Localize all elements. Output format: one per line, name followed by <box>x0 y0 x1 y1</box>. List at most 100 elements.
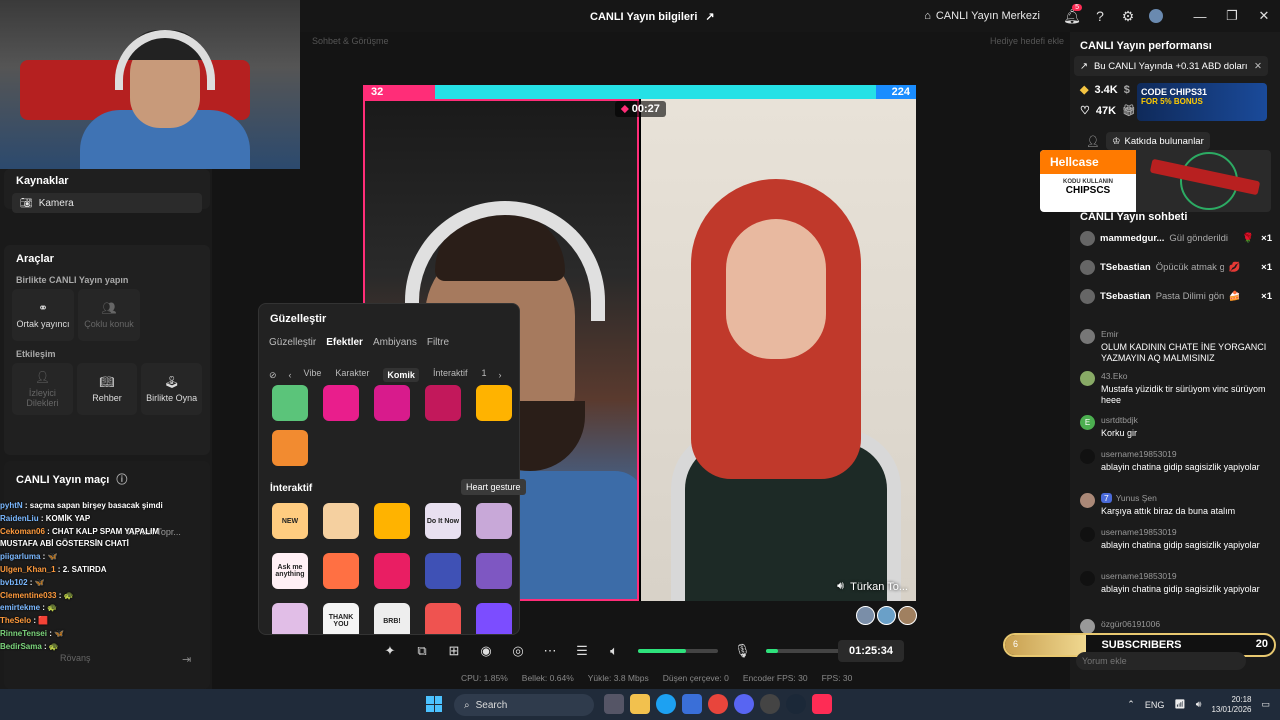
speaker-icon[interactable]: 🔈︎ <box>606 643 622 659</box>
effect-tile[interactable] <box>374 553 410 589</box>
file-explorer-icon[interactable] <box>630 694 650 714</box>
avatar[interactable] <box>1080 329 1095 344</box>
effect-tile[interactable] <box>374 503 410 539</box>
mic-slider[interactable] <box>766 649 846 653</box>
chevron-left-icon[interactable]: ‹ <box>289 370 292 380</box>
store-icon[interactable] <box>682 694 702 714</box>
effect-tile[interactable] <box>374 385 410 421</box>
no-effect-icon[interactable]: ⊘ <box>269 370 277 381</box>
notifications-icon[interactable]: ▭ <box>1261 699 1270 710</box>
contributors-button[interactable]: ♔ Katkıda bulunanlar <box>1106 132 1210 150</box>
effect-tile[interactable]: THANK YOU <box>323 603 359 634</box>
screen-share-icon[interactable]: ⧉ <box>414 643 430 659</box>
steam-icon[interactable] <box>786 694 806 714</box>
volume-icon[interactable]: 🔊︎ <box>1196 699 1202 710</box>
chevron-up-icon[interactable]: ⌃ <box>1127 699 1135 710</box>
tab-efektler[interactable]: Efektler <box>326 337 363 348</box>
avatar[interactable] <box>898 606 917 625</box>
settings-button[interactable]: ⚙ <box>1114 0 1142 32</box>
record-icon[interactable]: ◉ <box>478 643 494 659</box>
info-icon[interactable]: ⓘ <box>116 474 127 486</box>
effect-tile[interactable] <box>323 385 359 421</box>
viewer-requests-button[interactable]: 👤︎ İzleyici Dilekleri <box>12 363 73 415</box>
effects-icon[interactable]: ◎ <box>510 643 526 659</box>
layout-icon[interactable]: ⊞ <box>446 643 462 659</box>
chevron-right-icon[interactable]: › <box>498 370 501 380</box>
lang-indicator[interactable]: ENG <box>1145 700 1165 710</box>
effect-tile[interactable] <box>272 603 308 634</box>
effect-tile[interactable] <box>425 385 461 421</box>
effect-tile[interactable] <box>323 553 359 589</box>
more-icon[interactable]: ⋯ <box>542 643 558 659</box>
magic-wand-icon[interactable]: ✦ <box>382 643 398 659</box>
effect-tile[interactable] <box>425 553 461 589</box>
category-tab[interactable]: Karakter <box>335 368 369 382</box>
tab-ambiyans[interactable]: Ambiyans <box>373 337 417 348</box>
avatar[interactable] <box>877 606 896 625</box>
tab-güzelleştir[interactable]: Güzelleştir <box>269 337 316 348</box>
category-tab[interactable]: Komik <box>383 368 419 382</box>
mixer-icon[interactable]: ☰ <box>574 643 590 659</box>
category-tab[interactable]: Vibe <box>304 368 322 382</box>
category-tab[interactable]: 1 <box>481 368 486 382</box>
camera-source[interactable]: 📷︎ Kamera <box>12 193 202 213</box>
avatar[interactable] <box>1080 371 1095 386</box>
speaker-icon[interactable]: 🔊︎ <box>837 580 844 593</box>
notification-button[interactable]: 🔔︎ 5 <box>1058 0 1086 32</box>
comment-input[interactable] <box>1076 652 1246 670</box>
avatar[interactable] <box>1080 288 1095 304</box>
effect-tile[interactable]: BRB! <box>374 603 410 634</box>
guide-button[interactable]: 📖︎ Rehber <box>76 363 138 415</box>
close-button[interactable]: ✕ <box>1248 0 1280 32</box>
avatar[interactable] <box>1080 619 1095 634</box>
effect-tile[interactable]: Do It Now <box>425 503 461 539</box>
task-view-icon[interactable] <box>604 694 624 714</box>
discord-icon[interactable] <box>734 694 754 714</box>
effect-tile[interactable] <box>476 503 512 539</box>
gift-goal-label[interactable]: Hediye hedefi ekle <box>990 36 1064 46</box>
obs-icon[interactable] <box>760 694 780 714</box>
effect-tile[interactable] <box>323 503 359 539</box>
tab-filtre[interactable]: Filtre <box>427 337 449 348</box>
windows-start-icon[interactable] <box>426 696 442 712</box>
avatar[interactable] <box>1080 259 1095 275</box>
multi-guest-button[interactable]: 👥︎ Çoklu konuk <box>78 289 140 341</box>
add-user-icon[interactable]: 👤︎ <box>1086 135 1100 148</box>
microphone-icon[interactable]: 🎙︎ <box>734 643 751 659</box>
avatar[interactable] <box>1080 571 1095 586</box>
wifi-icon[interactable]: 📶︎ <box>1174 699 1185 710</box>
exit-icon[interactable]: ⇥ <box>182 653 191 666</box>
minimize-button[interactable]: — <box>1184 0 1216 32</box>
profile-button[interactable] <box>1142 0 1170 32</box>
earnings-banner[interactable]: ↗ Bu CANLI Yayında +0.31 ABD doları ✕ <box>1074 56 1268 76</box>
volume-slider[interactable] <box>638 649 718 653</box>
avatar[interactable] <box>1080 527 1095 542</box>
category-tab[interactable]: İnteraktif <box>433 368 468 382</box>
avatar[interactable] <box>1080 449 1095 464</box>
avatar[interactable] <box>1080 493 1095 508</box>
edge-icon[interactable] <box>656 694 676 714</box>
clock[interactable]: 20:18 13/01/2026 <box>1211 695 1251 715</box>
close-icon[interactable]: ✕ <box>1254 61 1262 72</box>
effect-tile[interactable] <box>476 603 512 634</box>
avatar[interactable] <box>856 606 875 625</box>
effect-tile[interactable]: NEW <box>272 503 308 539</box>
chrome-icon[interactable] <box>708 694 728 714</box>
avatar[interactable] <box>1080 230 1095 246</box>
effect-tile[interactable] <box>425 603 461 634</box>
play-together-button[interactable]: 🕹︎ Birlikte Oyna <box>141 363 203 415</box>
tiktok-live-icon[interactable] <box>812 694 832 714</box>
co-host-button[interactable]: ⚭ Ortak yayıncı <box>12 289 74 341</box>
top-viewers[interactable] <box>856 606 917 625</box>
maximize-button[interactable]: ❐ <box>1216 0 1248 32</box>
effect-tile[interactable]: Ask me anything <box>272 553 308 589</box>
taskbar-search[interactable]: ⌕ Search <box>454 694 594 716</box>
help-button[interactable]: ? <box>1086 0 1114 32</box>
avatar[interactable]: E <box>1080 415 1095 430</box>
live-info-link[interactable]: CANLI Yayın bilgileri ↗ <box>590 10 715 24</box>
effect-tile[interactable] <box>476 553 512 589</box>
live-center-button[interactable]: ⌂ CANLI Yayın Merkezi <box>924 10 1040 22</box>
effect-tile[interactable] <box>476 385 512 421</box>
effect-tile[interactable] <box>272 430 308 466</box>
rematch-button[interactable]: Rövanş <box>60 653 91 663</box>
